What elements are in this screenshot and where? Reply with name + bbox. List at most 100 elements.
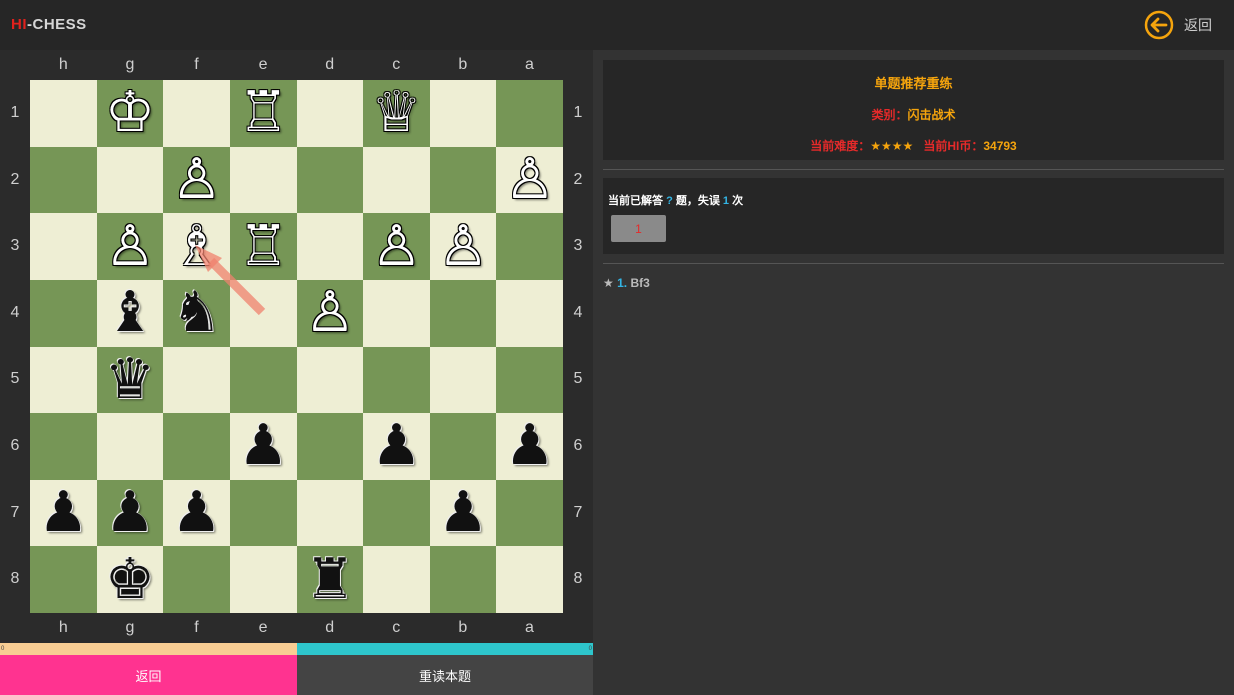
- board-area: hgfedcba hgfedcba 12345678 12345678 ♔ ♖ ♕ ♙…: [0, 50, 593, 643]
- difficulty-stars: ★★★★: [870, 139, 914, 153]
- square-b1[interactable]: [429, 80, 497, 147]
- black-pawn[interactable]: ♟: [363, 413, 430, 480]
- square-d6[interactable]: [296, 413, 364, 480]
- square-f5[interactable]: [163, 346, 230, 414]
- rank-label-4: 4: [10, 303, 20, 321]
- square-c7[interactable]: [363, 479, 430, 547]
- square-a7[interactable]: [496, 479, 563, 547]
- file-label-a: a: [525, 56, 534, 73]
- square-c5[interactable]: [363, 346, 430, 414]
- puzzle-stats: 当前难度：★★★★ 当前HI币：34793: [603, 137, 1224, 154]
- square-c4[interactable]: [363, 279, 430, 347]
- white-bishop[interactable]: ♗: [163, 213, 230, 280]
- white-king[interactable]: ♔: [97, 80, 164, 147]
- square-d3[interactable]: [296, 213, 364, 280]
- file-label-f: f: [194, 619, 199, 636]
- square-c8[interactable]: [363, 546, 430, 613]
- black-pawn[interactable]: ♟: [496, 413, 563, 480]
- move-text[interactable]: Bf3: [630, 276, 649, 290]
- square-h4[interactable]: [30, 279, 97, 347]
- back-button[interactable]: 返回: [0, 655, 297, 695]
- white-pawn[interactable]: ♙: [496, 147, 563, 214]
- white-pawn[interactable]: ♙: [297, 280, 364, 347]
- status-panel: 当前已解答 ? 题，失误 1 次 1: [603, 178, 1224, 254]
- square-b6[interactable]: [429, 413, 497, 480]
- redo-puzzle-button[interactable]: 重读本题: [297, 655, 593, 695]
- rank-label-8: 8: [10, 570, 20, 588]
- square-e2[interactable]: [229, 146, 297, 214]
- square-b4[interactable]: [429, 279, 497, 347]
- puzzle-title: 单题推荐重练: [874, 76, 953, 91]
- square-a1[interactable]: [496, 80, 563, 147]
- black-knight[interactable]: ♞: [163, 280, 230, 347]
- square-a5[interactable]: [496, 346, 563, 414]
- black-pawn[interactable]: ♟: [97, 480, 164, 547]
- bottom-buttons: 返回 重读本题: [0, 655, 593, 695]
- square-a8[interactable]: [496, 546, 563, 613]
- square-h2[interactable]: [30, 146, 97, 214]
- file-label-a: a: [525, 619, 534, 636]
- black-king[interactable]: ♚: [97, 546, 164, 613]
- divider: [603, 169, 1224, 170]
- white-pawn[interactable]: ♙: [163, 147, 230, 214]
- black-rook[interactable]: ♜: [297, 546, 364, 613]
- attempt-button[interactable]: 1: [611, 215, 666, 242]
- white-rook[interactable]: ♖: [230, 213, 297, 280]
- logo-chess: -CHESS: [27, 16, 87, 33]
- black-pawn[interactable]: ♟: [30, 480, 97, 547]
- square-b5[interactable]: [429, 346, 497, 414]
- square-g2[interactable]: [96, 146, 164, 214]
- square-e4[interactable]: [229, 279, 297, 347]
- black-pawn[interactable]: ♟: [163, 480, 230, 547]
- white-pawn[interactable]: ♙: [97, 213, 164, 280]
- square-a3[interactable]: [496, 213, 563, 280]
- square-h1[interactable]: [30, 80, 97, 147]
- rank-labels-right: 1 2 3 4 5 6 7 8: [563, 80, 593, 613]
- rank-label-3: 3: [10, 237, 20, 255]
- square-f6[interactable]: [163, 413, 230, 480]
- white-pawn[interactable]: ♙: [363, 213, 430, 280]
- square-f8[interactable]: [163, 546, 230, 613]
- square-d5[interactable]: [296, 346, 364, 414]
- square-h6[interactable]: [30, 413, 97, 480]
- status-line: 当前已解答 ? 题，失误 1 次: [608, 192, 743, 208]
- header-back-button[interactable]: 返回: [1144, 10, 1212, 40]
- black-bishop[interactable]: ♝: [97, 280, 164, 347]
- rank-label-4: 4: [573, 303, 583, 321]
- square-h3[interactable]: [30, 213, 97, 280]
- square-g6[interactable]: [96, 413, 164, 480]
- square-e5[interactable]: [229, 346, 297, 414]
- rank-label-1: 1: [573, 104, 583, 121]
- file-labels-bottom: hgfedcba: [30, 613, 563, 643]
- coins-value: 34793: [983, 139, 1017, 153]
- black-pawn[interactable]: ♟: [430, 480, 497, 547]
- chess-board[interactable]: ♔ ♖ ♕ ♙ ♙ ♙ ♗ ♖ ♙ ♙ ♝ ♞ ♙ ♛ ♟ ♟ ♟ ♟ ♟ ♟ ♟ ♚ ♜: [30, 80, 563, 613]
- black-queen[interactable]: ♛: [97, 347, 164, 414]
- rank-label-6: 6: [573, 436, 583, 454]
- square-e8[interactable]: [229, 546, 297, 613]
- file-label-f: f: [194, 56, 199, 73]
- square-b8[interactable]: [429, 546, 497, 613]
- white-queen[interactable]: ♕: [363, 80, 430, 147]
- square-c2[interactable]: [363, 146, 430, 214]
- square-d1[interactable]: [296, 80, 364, 147]
- header-back-label: 返回: [1184, 17, 1212, 33]
- square-b2[interactable]: [429, 146, 497, 214]
- square-d7[interactable]: [296, 479, 364, 547]
- white-rook[interactable]: ♖: [230, 80, 297, 147]
- rank-label-7: 7: [10, 503, 20, 521]
- square-h5[interactable]: [30, 346, 97, 414]
- progress-right: [297, 643, 593, 655]
- square-d2[interactable]: [296, 146, 364, 214]
- square-h8[interactable]: [30, 546, 97, 613]
- square-e7[interactable]: [229, 479, 297, 547]
- rank-label-2: 2: [10, 170, 20, 188]
- status-prefix: 当前已解答: [608, 195, 663, 207]
- square-a4[interactable]: [496, 279, 563, 347]
- coins-label: 当前HI币：: [923, 139, 984, 153]
- black-pawn[interactable]: ♟: [230, 413, 297, 480]
- white-pawn[interactable]: ♙: [430, 213, 497, 280]
- status-error-count: 1: [722, 195, 730, 207]
- puzzle-info-panel: 单题推荐重练 类别：闪击战术 当前难度：★★★★ 当前HI币：34793: [603, 60, 1224, 160]
- square-f1[interactable]: [163, 80, 230, 147]
